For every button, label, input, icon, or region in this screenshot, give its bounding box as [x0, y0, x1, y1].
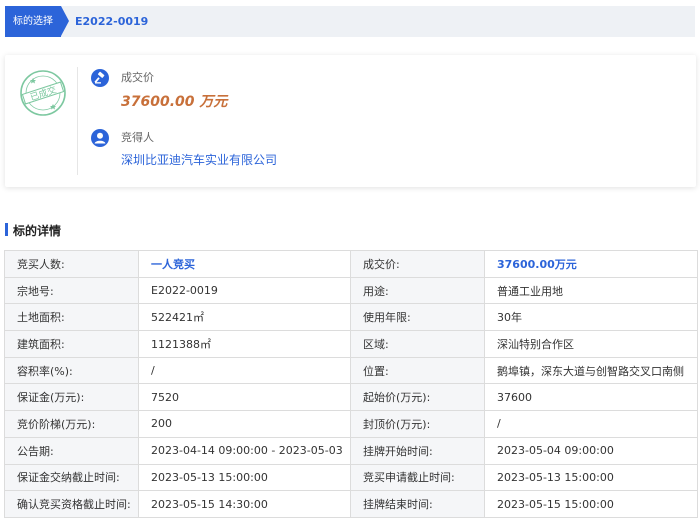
detail-key: 竞买申请截止时间:	[350, 463, 485, 492]
detail-key: 竞价阶梯(万元):	[4, 410, 139, 438]
detail-key: 使用年限:	[350, 303, 485, 332]
detail-value: 2023-04-14 09:00:00 - 2023-05-03	[138, 436, 351, 465]
detail-value: 37600.00万元	[484, 250, 698, 278]
detail-key: 用途:	[350, 276, 485, 305]
card-divider	[77, 67, 78, 175]
detail-key: 区域:	[350, 330, 485, 358]
table-row: 保证金交纳截止时间: 2023-05-13 15:00:00 竞买申请截止时间: 20…	[4, 463, 698, 492]
deal-result-card: 已成交 成交价 37600.00 万元 竞得人 深圳比亚迪汽车实业有限公司	[5, 55, 696, 187]
detail-key: 公告期:	[4, 436, 139, 465]
section-marker	[5, 223, 8, 236]
table-row: 保证金(万元): 7520 起始价(万元): 37600	[4, 383, 698, 412]
gavel-icon	[91, 69, 109, 87]
detail-key: 土地面积:	[4, 303, 139, 332]
detail-value: 30年	[484, 303, 698, 332]
detail-key: 挂牌开始时间:	[350, 436, 485, 465]
table-row: 建筑面积: 1121388㎡ 区域: 深汕特别合作区	[4, 330, 698, 358]
detail-key: 建筑面积:	[4, 330, 139, 358]
detail-value: 522421㎡	[138, 303, 351, 332]
breadcrumb: 标的选择 E2022-0019	[5, 6, 695, 37]
section-title: 标的详情	[13, 224, 62, 238]
detail-key: 确认竞买资格截止时间:	[4, 490, 139, 518]
detail-value: 2023-05-15 15:00:00	[484, 490, 698, 518]
detail-value: 鹅埠镇，深东大道与创智路交叉口南侧	[484, 356, 698, 385]
detail-key: 竞买人数:	[4, 250, 139, 278]
detail-key: 保证金(万元):	[4, 383, 139, 412]
detail-key: 保证金交纳截止时间:	[4, 463, 139, 492]
table-row: 确认竞买资格截止时间: 2023-05-15 14:30:00 挂牌结束时间: 202…	[4, 490, 698, 518]
detail-value: 1121388㎡	[138, 330, 351, 358]
detail-value: 深汕特别合作区	[484, 330, 698, 358]
detail-key: 挂牌结束时间:	[350, 490, 485, 518]
user-icon	[91, 129, 109, 147]
detail-value: /	[138, 356, 351, 385]
detail-value: 200	[138, 410, 351, 438]
detail-value: 2023-05-15 14:30:00	[138, 490, 351, 518]
price-value: 37600.00 万元	[121, 94, 228, 110]
winner-label: 竞得人	[121, 131, 154, 144]
table-row: 宗地号: E2022-0019 用途: 普通工业用地	[4, 276, 698, 305]
breadcrumb-tab-target-select[interactable]: 标的选择	[5, 6, 61, 37]
winner-value[interactable]: 深圳比亚迪汽车实业有限公司	[121, 151, 277, 168]
table-row: 竞买人数: 一人竞买 成交价: 37600.00万元	[4, 250, 698, 278]
detail-key: 宗地号:	[4, 276, 139, 305]
table-row: 竞价阶梯(万元): 200 封顶价(万元): /	[4, 410, 698, 438]
detail-key: 成交价:	[350, 250, 485, 278]
detail-value: 37600	[484, 383, 698, 412]
details-table: 竞买人数: 一人竞买 成交价: 37600.00万元 宗地号: E2022-0019 用途:…	[4, 250, 698, 518]
detail-value: 2023-05-04 09:00:00	[484, 436, 698, 465]
detail-value: 2023-05-13 15:00:00	[484, 463, 698, 492]
table-row: 公告期: 2023-04-14 09:00:00 - 2023-05-03 挂牌开始…	[4, 436, 698, 465]
detail-value: /	[484, 410, 698, 438]
detail-key: 容积率(%):	[4, 356, 139, 385]
table-row: 容积率(%): / 位置: 鹅埠镇，深东大道与创智路交叉口南侧	[4, 356, 698, 385]
table-row: 土地面积: 522421㎡ 使用年限: 30年	[4, 303, 698, 332]
sold-stamp-icon: 已成交	[19, 69, 67, 117]
detail-value: E2022-0019	[138, 276, 351, 305]
detail-value: 7520	[138, 383, 351, 412]
price-label: 成交价	[121, 71, 154, 84]
sold-stamp-text: 已成交	[28, 84, 57, 104]
breadcrumb-current-code: E2022-0019	[75, 15, 149, 28]
detail-key: 封顶价(万元):	[350, 410, 485, 438]
detail-value: 普通工业用地	[484, 276, 698, 305]
detail-key: 位置:	[350, 356, 485, 385]
detail-value: 一人竞买	[138, 250, 351, 278]
detail-value: 2023-05-13 15:00:00	[138, 463, 351, 492]
detail-key: 起始价(万元):	[350, 383, 485, 412]
breadcrumb-arrow	[61, 6, 69, 36]
